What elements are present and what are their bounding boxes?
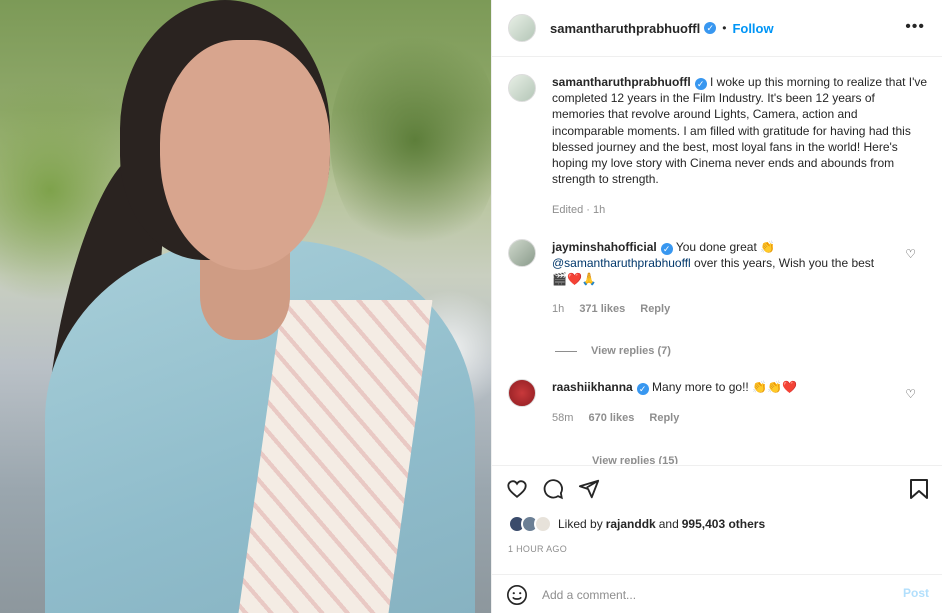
comment-like-heart-icon[interactable]: ♡	[905, 387, 916, 401]
comment-username[interactable]: raashiikhanna	[552, 380, 633, 394]
verified-icon: ✓	[660, 243, 673, 255]
view-replies-button[interactable]: View replies (15)	[592, 455, 678, 464]
view-replies-label: View replies (7)	[591, 345, 671, 357]
photo-background	[330, 20, 491, 260]
separator-dot: •	[722, 21, 727, 35]
share-icon[interactable]	[578, 478, 600, 500]
likes-prefix: Liked by	[558, 517, 603, 531]
comment: jayminshahofficial ✓ You done great 👏 @sa…	[508, 239, 928, 359]
add-comment-bar: Add a comment...	[492, 574, 942, 613]
comment-likes[interactable]: 670 likes	[588, 412, 634, 424]
comment-avatar[interactable]	[508, 239, 536, 267]
caption-avatar[interactable]	[508, 74, 536, 102]
liker-avatar[interactable]	[534, 515, 552, 533]
comment-avatar[interactable]	[508, 379, 536, 407]
caption-meta: Edited · 1h	[552, 204, 606, 216]
post-timestamp: 1 HOUR AGO	[508, 544, 568, 554]
comment-meta: 58m 670 likes Reply	[552, 412, 691, 424]
likes-summary: Liked by rajanddk and 995,403 others	[508, 515, 768, 533]
comment-text: over this years, Wish you the best	[690, 256, 875, 271]
comment-text: You done great 👏	[675, 240, 776, 254]
comment-reply-button[interactable]: Reply	[649, 412, 679, 424]
view-replies-button[interactable]: View replies (7)	[555, 345, 671, 357]
comment-body: raashiikhanna ✓ Many more to go!! 👏👏❤️	[552, 379, 930, 395]
comment-input[interactable]: Add a comment...	[542, 588, 636, 602]
heart-icon[interactable]	[506, 478, 528, 500]
verified-icon: ✓	[636, 383, 649, 395]
author-avatar[interactable]	[508, 14, 536, 42]
comment-meta: 1h 371 likes Reply	[552, 303, 682, 315]
comment: raashiikhanna ✓ Many more to go!! 👏👏❤️ ♡ …	[508, 379, 928, 464]
comment-mention[interactable]: @samantharuthprabhuoffl	[552, 256, 691, 270]
caption: samantharuthprabhuoffl ✓ I woke up this m…	[508, 74, 928, 224]
comment-emoji: 🎬❤️🙏	[552, 272, 597, 287]
comment-time: 58m	[552, 412, 574, 424]
comment-reply-button[interactable]: Reply	[640, 303, 670, 315]
post-actions: Liked by rajanddk and 995,403 others 1 H…	[492, 465, 942, 613]
comment-like-heart-icon[interactable]: ♡	[905, 247, 916, 261]
comments-scroll-area[interactable]: samantharuthprabhuoffl ✓ I woke up this m…	[492, 58, 942, 464]
verified-icon: ✓	[704, 22, 717, 34]
post-header: samantharuthprabhuoffl ✓ • Follow •••	[492, 0, 942, 57]
bookmark-icon[interactable]	[909, 478, 929, 500]
caption-username[interactable]: samantharuthprabhuoffl	[552, 75, 691, 89]
more-icon[interactable]: •••	[905, 18, 925, 36]
liker-username[interactable]: rajanddk	[606, 517, 656, 531]
comment-likes[interactable]: 371 likes	[579, 303, 625, 315]
caption-body: samantharuthprabhuoffl ✓ I woke up this m…	[552, 74, 930, 187]
emoji-icon[interactable]	[506, 584, 528, 606]
comment-username[interactable]: jayminshahofficial	[552, 240, 657, 254]
likes-and: and	[658, 517, 679, 531]
caption-text: I woke up this morning to realize that I…	[552, 75, 928, 187]
post-photo[interactable]	[0, 0, 491, 613]
liker-avatars	[508, 515, 552, 533]
likes-count[interactable]: 995,403 others	[682, 517, 765, 531]
author-username[interactable]: samantharuthprabhuoffl	[550, 21, 700, 36]
comment-text: Many more to go!! 👏👏❤️	[652, 380, 797, 394]
photo-face	[160, 40, 330, 270]
comment-body: jayminshahofficial ✓ You done great 👏 @sa…	[552, 239, 930, 288]
divider	[555, 350, 577, 352]
comment-time: 1h	[552, 303, 565, 315]
post-details-panel: samantharuthprabhuoffl ✓ • Follow ••• sa…	[491, 0, 942, 613]
post-comment-button[interactable]: Post	[903, 586, 929, 600]
verified-icon: ✓	[694, 78, 707, 90]
comment-icon[interactable]	[542, 478, 564, 500]
instagram-post-modal: samantharuthprabhuoffl ✓ • Follow ••• sa…	[0, 0, 942, 613]
action-icons	[506, 476, 600, 502]
follow-button[interactable]: Follow	[732, 21, 773, 36]
